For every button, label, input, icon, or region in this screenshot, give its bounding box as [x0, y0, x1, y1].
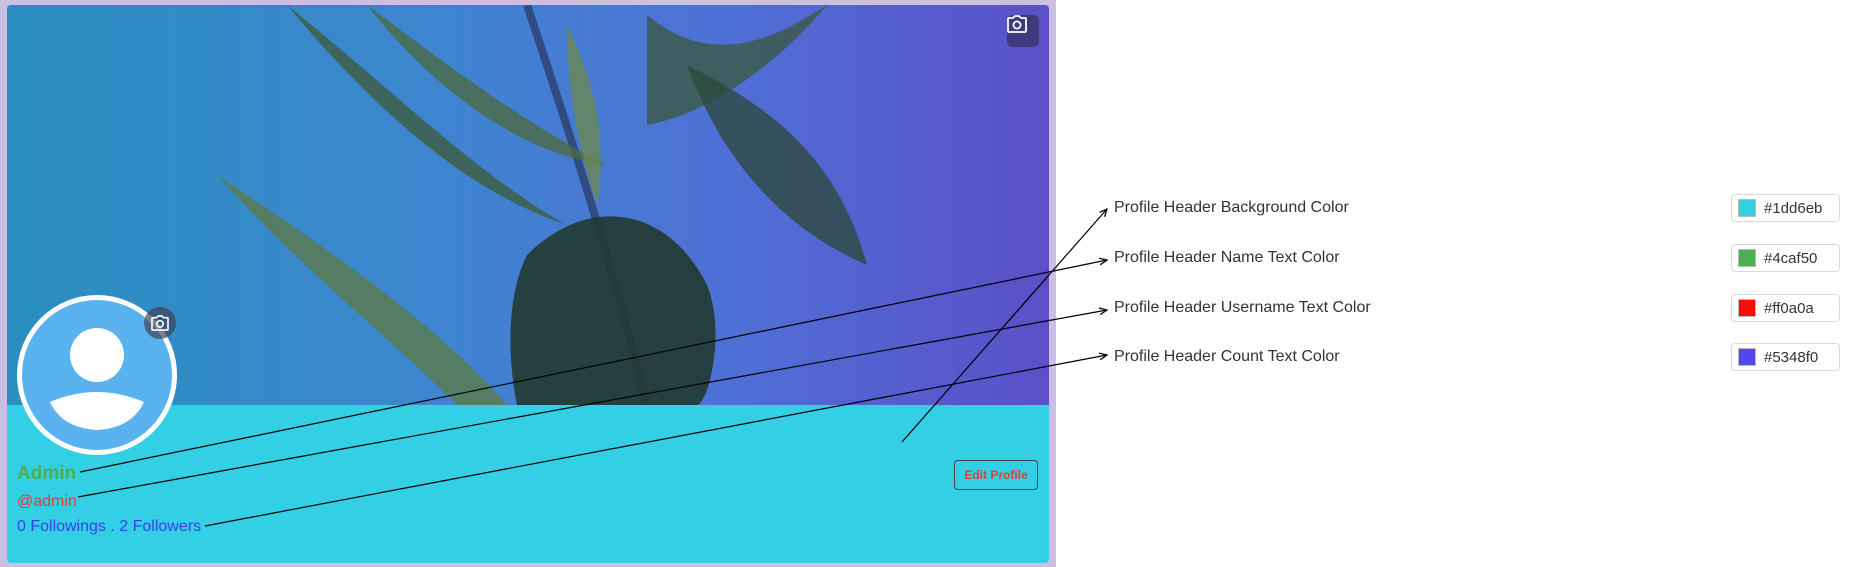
- setting-label-name-color: Profile Header Name Text Color: [1114, 249, 1340, 266]
- setting-label-username-color: Profile Header Username Text Color: [1114, 299, 1371, 316]
- camera-icon: [151, 315, 169, 331]
- color-picker-count[interactable]: #5348f0: [1731, 343, 1840, 371]
- color-swatch[interactable]: [1738, 249, 1756, 267]
- profile-name: Admin: [17, 463, 77, 484]
- color-swatch[interactable]: [1738, 299, 1756, 317]
- setting-label-background-color: Profile Header Background Color: [1114, 199, 1349, 216]
- profile-follow-counts[interactable]: 0 Followings . 2 Followers: [17, 518, 201, 536]
- color-value: #4caf50: [1764, 249, 1818, 267]
- color-picker-background[interactable]: #1dd6eb: [1731, 194, 1840, 222]
- color-picker-username[interactable]: #ff0a0a: [1731, 294, 1840, 322]
- profile-preview-frame: Admin @admin 0 Followings . 2 Followers …: [0, 0, 1056, 567]
- color-swatch[interactable]: [1738, 348, 1756, 366]
- profile-header-card: Admin @admin 0 Followings . 2 Followers …: [7, 5, 1049, 563]
- color-picker-name[interactable]: #4caf50: [1731, 244, 1840, 272]
- color-swatch[interactable]: [1738, 199, 1756, 217]
- cover-camera-button[interactable]: [1007, 15, 1039, 47]
- camera-icon: [1007, 15, 1027, 33]
- color-value: #1dd6eb: [1764, 199, 1823, 217]
- avatar-camera-button[interactable]: [144, 307, 176, 339]
- setting-label-count-color: Profile Header Count Text Color: [1114, 348, 1340, 365]
- color-value: #5348f0: [1764, 348, 1819, 366]
- profile-username: @admin: [17, 493, 77, 510]
- color-value: #ff0a0a: [1764, 299, 1814, 317]
- edit-profile-button[interactable]: Edit Profile: [954, 460, 1038, 490]
